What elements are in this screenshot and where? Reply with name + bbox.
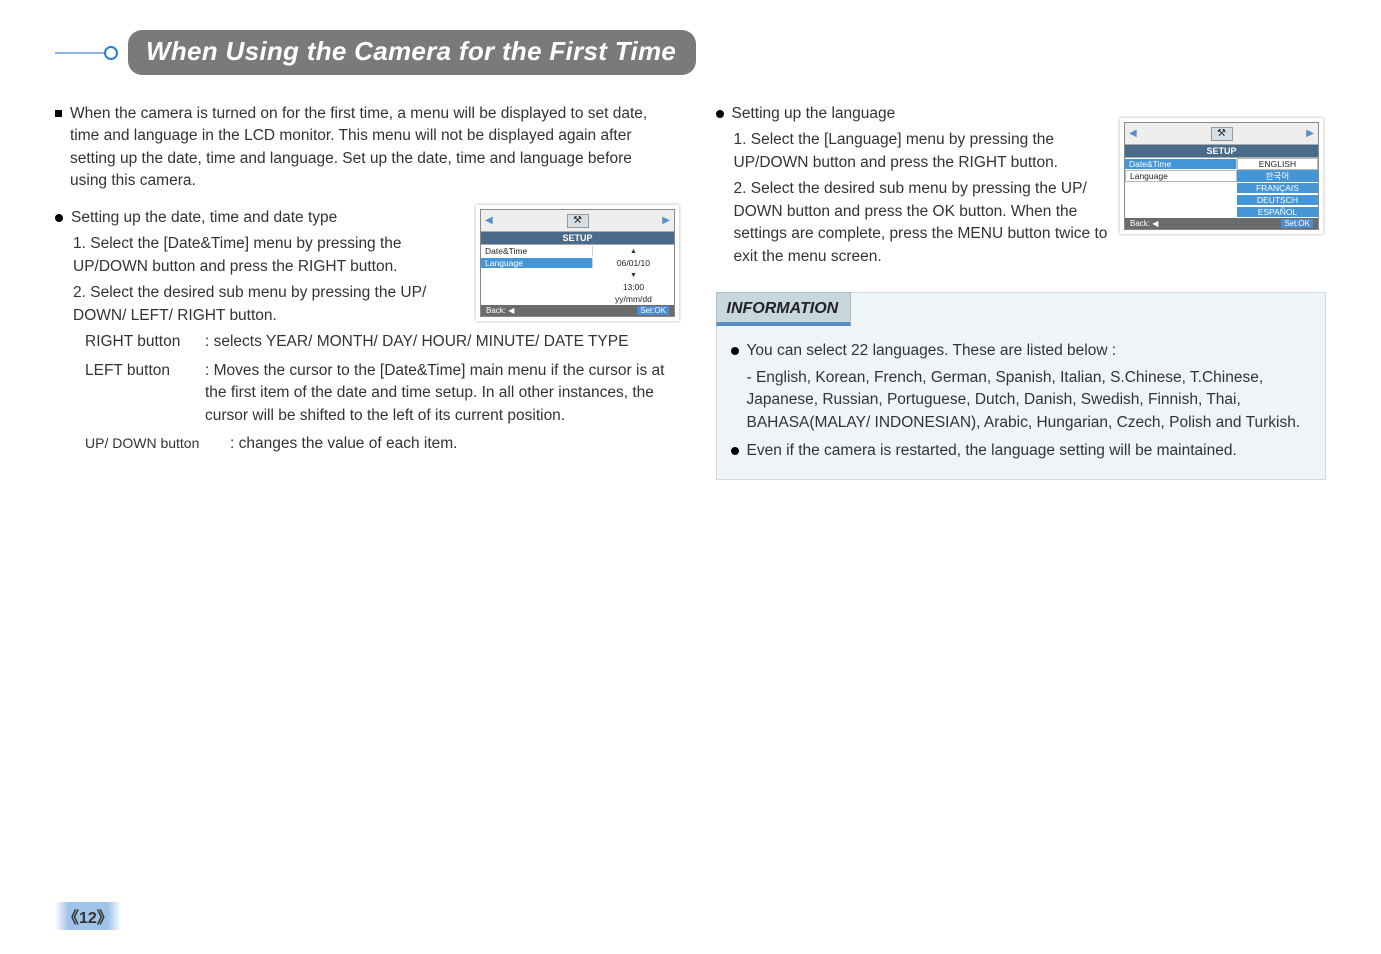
header-decoration xyxy=(55,46,118,60)
header: When Using the Camera for the First Time xyxy=(55,30,1326,75)
lang-step2: 2. Select the desired sub menu by pressi… xyxy=(734,178,1124,268)
intro-text: When the camera is turned on for the fir… xyxy=(70,103,666,193)
nav-left-icon: ◀ xyxy=(1129,128,1137,139)
setup-language-menu: ◀ ⚒ ▶ SETUP Date&TimeENGLISH Language한국어… xyxy=(1124,122,1319,230)
value-date: 06/01/10 xyxy=(593,258,674,268)
set-ok-label: Set:OK xyxy=(637,306,669,315)
date-step2: 2. Select the desired sub menu by pressi… xyxy=(73,282,443,327)
nav-right-icon: ▶ xyxy=(1306,128,1314,139)
tool-icon: ⚒ xyxy=(567,214,589,228)
setup-datetime-menu: ◀ ⚒ ▶ SETUP Date&Time▲ Language06/01/10 … xyxy=(480,209,675,317)
setup-title: SETUP xyxy=(1125,145,1318,157)
round-bullet-icon xyxy=(55,214,63,222)
back-label: Back: ◀ xyxy=(1130,219,1158,228)
info-languages: - English, Korean, French, German, Spani… xyxy=(747,367,1312,434)
right-button-desc: : selects YEAR/ MONTH/ DAY/ HOUR/ MINUTE… xyxy=(205,331,666,353)
decor-circle xyxy=(104,46,118,60)
lang-opt-deutsch: DEUTSCH xyxy=(1237,195,1318,205)
left-button-label: LEFT button xyxy=(85,360,205,427)
round-bullet-icon xyxy=(731,447,739,455)
date-step1: 1. Select the [Date&Time] menu by pressi… xyxy=(73,233,443,278)
menu-row-language: Language xyxy=(481,258,593,268)
square-bullet-icon xyxy=(55,110,62,117)
arrow-down-icon: ▼ xyxy=(593,272,674,279)
nav-left-icon: ◀ xyxy=(485,215,493,226)
round-bullet-icon xyxy=(731,347,739,355)
page-title: When Using the Camera for the First Time xyxy=(128,30,696,75)
back-label: Back: ◀ xyxy=(486,306,514,315)
info-heading: INFORMATION xyxy=(716,292,852,326)
info-line2: Even if the camera is restarted, the lan… xyxy=(747,440,1237,462)
menu-row-language: Language xyxy=(1125,170,1237,182)
lang-opt-english: ENGLISH xyxy=(1237,158,1318,170)
arrow-up-icon: ▲ xyxy=(593,248,674,255)
decor-line xyxy=(55,52,110,54)
left-button-desc: : Moves the cursor to the [Date&Time] ma… xyxy=(205,360,666,427)
setup-title: SETUP xyxy=(481,232,674,244)
lang-opt-korean: 한국어 xyxy=(1237,170,1318,182)
value-time: 13:00 xyxy=(593,282,674,292)
updown-button-label: UP/ DOWN button xyxy=(85,433,230,455)
updown-button-desc: : changes the value of each item. xyxy=(230,433,666,455)
round-bullet-icon xyxy=(716,110,724,118)
page-number: 《12》 xyxy=(55,902,121,930)
tool-icon: ⚒ xyxy=(1211,127,1233,141)
menu-row-datetime: Date&Time xyxy=(1125,159,1237,169)
lang-opt-espanol: ESPAÑOL xyxy=(1237,207,1318,217)
info-line1: You can select 22 languages. These are l… xyxy=(747,340,1117,362)
section-lang-title: Setting up the language xyxy=(732,103,896,125)
section-date-title: Setting up the date, time and date type xyxy=(71,207,337,229)
lang-opt-francais: FRANÇAIS xyxy=(1237,183,1318,193)
set-ok-label: Set:OK xyxy=(1281,219,1313,228)
right-button-label: RIGHT button xyxy=(85,331,205,353)
nav-right-icon: ▶ xyxy=(662,215,670,226)
value-format: yy/mm/dd xyxy=(593,294,674,304)
menu-row-datetime: Date&Time xyxy=(481,246,593,256)
lang-step1: 1. Select the [Language] menu by pressin… xyxy=(734,129,1114,174)
information-box: INFORMATION You can select 22 languages.… xyxy=(716,292,1327,480)
